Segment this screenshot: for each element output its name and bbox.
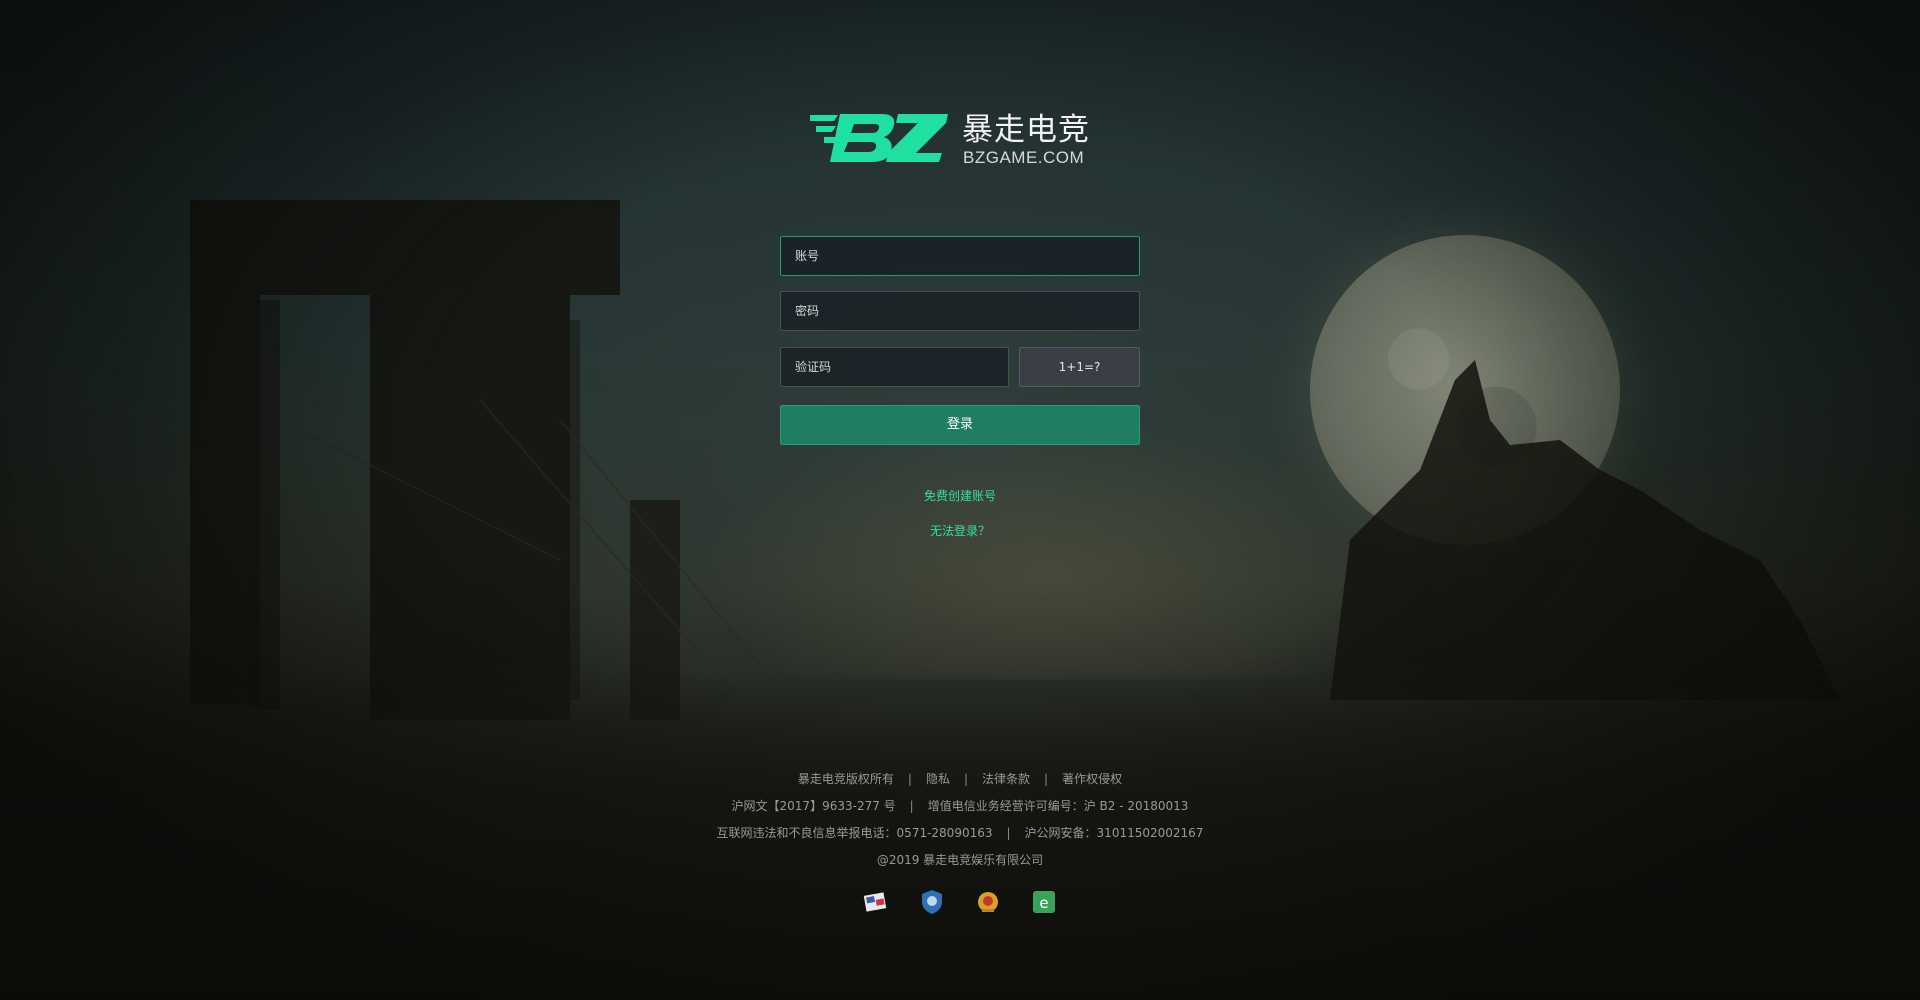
company-copyright: @2019 暴走电竞娱乐有限公司 bbox=[876, 853, 1044, 867]
copyright-link[interactable]: 暴走电竞版权所有 bbox=[798, 772, 894, 786]
police-shield-badge-icon[interactable] bbox=[918, 888, 946, 916]
network-culture-badge-icon[interactable] bbox=[862, 888, 890, 916]
cannot-login-link[interactable]: 无法登录？ bbox=[780, 522, 1140, 539]
password-input[interactable] bbox=[781, 292, 1139, 330]
footer-links-row: 暴走电竞版权所有 | 隐私 | 法律条款 | 著作权侵权 bbox=[0, 770, 1920, 788]
create-account-link[interactable]: 免费创建账号 bbox=[780, 487, 1140, 504]
culture-license-text: 沪网文【2017】9633-277 号 bbox=[731, 799, 896, 813]
brand-name-cn: 暴走电竞 bbox=[962, 112, 1090, 148]
police-record-text: 沪公网安备：31011502002167 bbox=[1024, 826, 1204, 840]
password-field[interactable] bbox=[780, 291, 1140, 331]
brand-logo: 暴走电竞 BZGAME.COM bbox=[810, 112, 1090, 172]
account-field[interactable] bbox=[780, 236, 1140, 276]
captcha-image-button[interactable]: 1+1=? bbox=[1019, 347, 1140, 387]
e-license-badge-icon[interactable]: e bbox=[1030, 888, 1058, 916]
separator: | bbox=[907, 772, 912, 786]
public-security-badge-icon[interactable] bbox=[974, 888, 1002, 916]
separator: | bbox=[909, 799, 914, 813]
captcha-input[interactable] bbox=[781, 348, 1008, 386]
separator: | bbox=[1006, 826, 1011, 840]
bz-logo-icon bbox=[810, 114, 948, 162]
footer-license-row: 沪网文【2017】9633-277 号 | 增值电信业务经营许可编号：沪 B2 - … bbox=[0, 797, 1920, 815]
privacy-link[interactable]: 隐私 bbox=[926, 772, 950, 786]
certification-badges: e bbox=[0, 888, 1920, 916]
report-phone-text: 互联网违法和不良信息举报电话：0571-28090163 bbox=[716, 826, 993, 840]
account-input[interactable] bbox=[781, 237, 1139, 275]
legal-terms-link[interactable]: 法律条款 bbox=[982, 772, 1030, 786]
separator: | bbox=[963, 772, 969, 786]
login-button[interactable]: 登录 bbox=[780, 405, 1140, 445]
copyright-infringement-link[interactable]: 著作权侵权 bbox=[1062, 772, 1122, 786]
footer-report-row: 互联网违法和不良信息举报电话：0571-28090163 | 沪公网安备：31011… bbox=[0, 824, 1920, 842]
separator: | bbox=[1044, 772, 1049, 786]
telecom-license-text: 增值电信业务经营许可编号：沪 B2 - 20180013 bbox=[927, 799, 1189, 813]
brand-domain: BZGAME.COM bbox=[963, 148, 1085, 167]
captcha-field[interactable] bbox=[780, 347, 1009, 387]
svg-text:e: e bbox=[1039, 894, 1048, 912]
